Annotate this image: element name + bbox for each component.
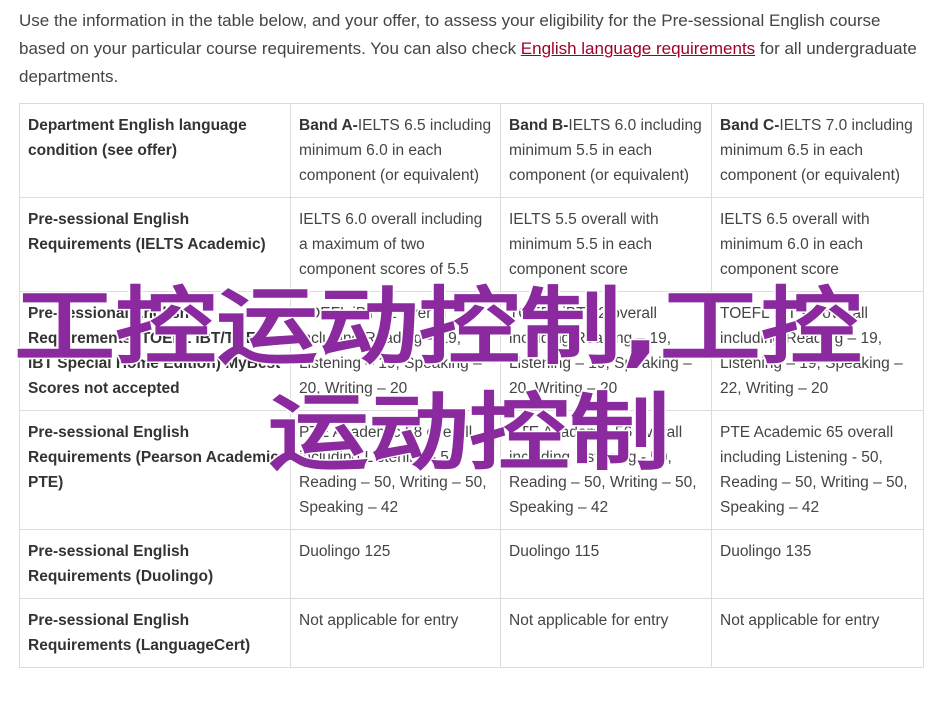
table-row-toefl: Pre-sessional English Requirements (TOEF… — [19, 291, 924, 411]
english-requirements-link[interactable]: English language requirements — [521, 39, 755, 58]
table-cell: IELTS 6.5 overall with minimum 6.0 in ea… — [711, 197, 924, 292]
table-cell: TOEFL iBT 72 overall including Reading –… — [500, 291, 712, 411]
requirements-table: Department English language condition (s… — [19, 103, 924, 668]
band-b-cell: Band B-IELTS 6.0 including minimum 5.5 i… — [500, 103, 712, 198]
table-row-ielts: Pre-sessional English Requirements (IELT… — [19, 197, 924, 292]
table-cell: PTE Academic 65 overall including Listen… — [711, 410, 924, 530]
table-cell: Not applicable for entry — [290, 598, 501, 668]
table-cell: PTE Academic 56 overall including Listen… — [500, 410, 712, 530]
row-label: Pre-sessional English Requirements (Lang… — [19, 598, 291, 668]
table-cell: Duolingo 125 — [290, 529, 501, 599]
band-a-name: Band A- — [299, 117, 358, 134]
table-cell: Not applicable for entry — [500, 598, 712, 668]
table-cell: IELTS 6.0 overall including a maximum of… — [290, 197, 501, 292]
table-cell: Not applicable for entry — [711, 598, 924, 668]
table-cell: Duolingo 115 — [500, 529, 712, 599]
row-label: Pre-sessional English Requirements (IELT… — [19, 197, 291, 292]
table-header-row: Department English language condition (s… — [19, 103, 924, 198]
band-b-name: Band B- — [509, 117, 569, 134]
band-c-name: Band C- — [720, 117, 780, 134]
table-cell: TOEFL iBT 72 overall including Reading –… — [290, 291, 501, 411]
row-label: Pre-sessional English Requirements (TOEF… — [19, 291, 291, 411]
table-cell: TOEFL iBT 92 overall including Reading –… — [711, 291, 924, 411]
table-row-languagecert: Pre-sessional English Requirements (Lang… — [19, 598, 924, 668]
band-c-cell: Band C-IELTS 7.0 including minimum 6.5 i… — [711, 103, 924, 198]
table-row-duolingo: Pre-sessional English Requirements (Duol… — [19, 529, 924, 599]
table-cell: Duolingo 135 — [711, 529, 924, 599]
row-label: Pre-sessional English Requirements (Pear… — [19, 410, 291, 530]
intro-paragraph: Use the information in the table below, … — [19, 7, 924, 91]
header-label-cell: Department English language condition (s… — [19, 103, 291, 198]
table-row-pte: Pre-sessional English Requirements (Pear… — [19, 410, 924, 530]
row-label: Pre-sessional English Requirements (Duol… — [19, 529, 291, 599]
band-a-cell: Band A-IELTS 6.5 including minimum 6.0 i… — [290, 103, 501, 198]
table-cell: IELTS 5.5 overall with minimum 5.5 in ea… — [500, 197, 712, 292]
table-cell: PTE Academic 58 overall including Listen… — [290, 410, 501, 530]
